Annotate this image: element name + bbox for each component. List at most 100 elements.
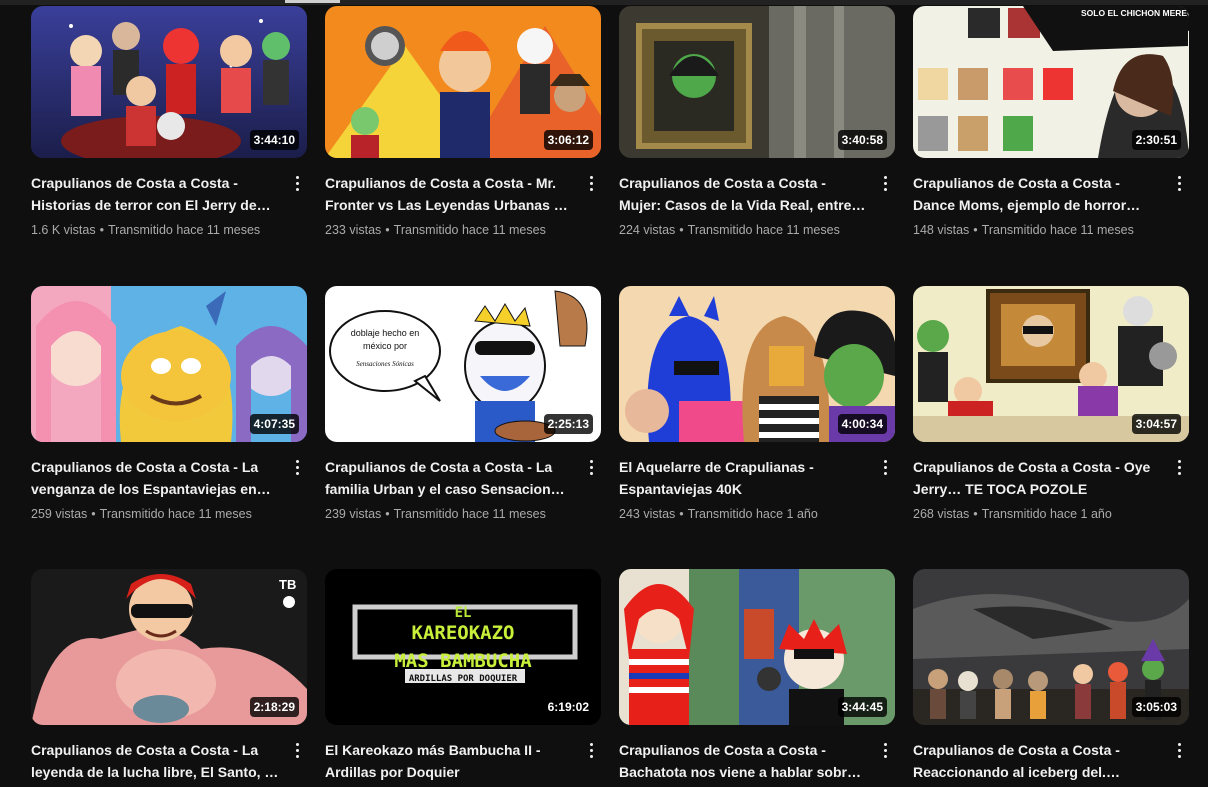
video-title[interactable]: Crapulianos de Costa a Costa - Historias… (31, 172, 279, 216)
duration-badge: 3:40:58 (837, 130, 887, 150)
video-meta: El Kareokazo más Bambucha II - Ardillas … (325, 739, 601, 783)
video-title[interactable]: El Aquelarre de Crapulianas - Espantavie… (619, 456, 867, 500)
stats-separator: • (91, 507, 96, 521)
video-title[interactable]: Crapulianos de Costa a Costa - Oye Jerry… (913, 456, 1161, 500)
view-count: 224 vistas (619, 223, 676, 237)
duration-badge: 3:05:03 (1131, 697, 1181, 717)
video-card[interactable]: 3:44:45 Crapulianos de Costa a Costa - B… (619, 566, 895, 787)
more-actions-icon[interactable] (581, 455, 601, 479)
duration-badge: 6:19:02 (543, 697, 593, 717)
video-title[interactable]: Crapulianos de Costa a Costa - Mujer: Ca… (619, 172, 867, 216)
video-thumbnail[interactable]: 3:40:58 (619, 6, 895, 158)
view-count: 243 vistas (619, 507, 676, 521)
duration-badge: 2:30:51 (1131, 130, 1181, 150)
video-stats: 1.6 K vistas • Transmitido hace 11 meses (31, 221, 279, 239)
more-actions-icon[interactable] (287, 455, 307, 479)
video-stats: 224 vistas • Transmitido hace 11 meses (619, 221, 867, 239)
more-actions-icon[interactable] (875, 738, 895, 762)
video-stats: 148 vistas • Transmitido hace 11 meses (913, 221, 1161, 239)
duration-badge: 4:00:34 (837, 414, 887, 434)
video-thumbnail[interactable]: 4:00:34 (619, 286, 895, 442)
stream-age: Transmitido hace 11 meses (393, 507, 546, 521)
more-actions-icon[interactable] (875, 455, 895, 479)
video-meta: Crapulianos de Costa a Costa - Historias… (31, 172, 307, 239)
stream-age: Transmitido hace 11 meses (108, 223, 261, 237)
duration-badge: 3:04:57 (1131, 414, 1181, 434)
view-count: 233 vistas (325, 223, 382, 237)
video-card[interactable]: EL KAREOKAZO MAS BAMBUCHA ARDILLAS POR D… (325, 566, 601, 787)
video-thumbnail[interactable]: 3:44:10 (31, 6, 307, 158)
stats-separator: • (679, 507, 684, 521)
video-thumbnail[interactable]: 4:07:35 (31, 286, 307, 442)
video-meta: Crapulianos de Costa a Costa - La leyend… (31, 739, 307, 783)
stream-age: Transmitido hace 1 año (687, 507, 818, 521)
video-meta: Crapulianos de Costa a Costa - La vengan… (31, 456, 307, 523)
video-thumbnail[interactable]: EL KAREOKAZO MAS BAMBUCHA ARDILLAS POR D… (325, 569, 601, 725)
video-card[interactable]: 4:07:35 Crapulianos de Costa a Costa - L… (31, 283, 307, 566)
stats-separator: • (385, 223, 390, 237)
more-actions-icon[interactable] (1169, 738, 1189, 762)
video-meta: Crapulianos de Costa a Costa - Mr. Front… (325, 172, 601, 239)
view-count: 239 vistas (325, 507, 382, 521)
video-meta: Crapulianos de Costa a Costa - Reacciona… (913, 739, 1189, 783)
video-stats: 239 vistas • Transmitido hace 11 meses (325, 505, 573, 523)
stats-separator: • (99, 223, 105, 237)
view-count: 148 vistas (913, 223, 970, 237)
video-thumbnail[interactable]: doblaje hecho en méxico por Sensaciones … (325, 286, 601, 442)
video-thumbnail[interactable]: TB 2:18:29 (31, 569, 307, 725)
video-title[interactable]: Crapulianos de Costa a Costa - La vengan… (31, 456, 279, 500)
video-grid: 3:44:10 Crapulianos de Costa a Costa - H… (31, 0, 1189, 787)
logo-line-4: ARDILLAS POR DOQUIER (409, 674, 518, 684)
more-actions-icon[interactable] (287, 171, 307, 195)
duration-badge: 3:06:12 (543, 130, 593, 150)
duration-badge: 3:44:45 (837, 697, 887, 717)
more-actions-icon[interactable] (581, 171, 601, 195)
video-card[interactable]: 3:05:03 Crapulianos de Costa a Costa - R… (913, 566, 1189, 787)
duration-badge: 2:25:13 (543, 414, 593, 434)
video-card[interactable]: 3:04:57 Crapulianos de Costa a Costa - O… (913, 283, 1189, 566)
video-thumbnail[interactable]: 3:05:03 (913, 569, 1189, 725)
more-actions-icon[interactable] (287, 738, 307, 762)
video-stats: 233 vistas • Transmitido hace 11 meses (325, 221, 573, 239)
video-title[interactable]: El Kareokazo más Bambucha II - Ardillas … (325, 739, 573, 783)
video-title[interactable]: Crapulianos de Costa a Costa - Reacciona… (913, 739, 1161, 783)
video-card[interactable]: 4:00:34 El Aquelarre de Crapulianas - Es… (619, 283, 895, 566)
bubble-text-2: méxico por (363, 341, 407, 351)
video-card[interactable]: 3:40:58 Crapulianos de Costa a Costa - M… (619, 0, 895, 283)
video-title[interactable]: Crapulianos de Costa a Costa - La famili… (325, 456, 573, 500)
video-card[interactable]: 3:06:12 Crapulianos de Costa a Costa - M… (325, 0, 601, 283)
video-meta: Crapulianos de Costa a Costa - Mujer: Ca… (619, 172, 895, 239)
video-title[interactable]: Crapulianos de Costa a Costa - Mr. Front… (325, 172, 573, 216)
more-actions-icon[interactable] (1169, 171, 1189, 195)
bubble-text-3: Sensaciones Sónicas (356, 360, 414, 368)
video-meta: Crapulianos de Costa a Costa - La famili… (325, 456, 601, 523)
video-card[interactable]: 3:44:10 Crapulianos de Costa a Costa - H… (31, 0, 307, 283)
stats-separator: • (973, 223, 978, 237)
more-actions-icon[interactable] (875, 171, 895, 195)
thumbnail-mark-text: TB (279, 577, 296, 592)
stream-age: Transmitido hace 11 meses (393, 223, 546, 237)
video-card[interactable]: doblaje hecho en méxico por Sensaciones … (325, 283, 601, 566)
stats-separator: • (679, 223, 684, 237)
duration-badge: 4:07:35 (249, 414, 299, 434)
video-title[interactable]: Crapulianos de Costa a Costa - Dance Mom… (913, 172, 1161, 216)
video-card[interactable]: SOLO EL CHICHON MERECE ESTAR EN LA PUNTA… (913, 0, 1189, 283)
video-meta: Crapulianos de Costa a Costa - Dance Mom… (913, 172, 1189, 239)
view-count: 259 vistas (31, 507, 88, 521)
more-actions-icon[interactable] (581, 738, 601, 762)
video-thumbnail[interactable]: SOLO EL CHICHON MERECE ESTAR EN LA PUNTA… (913, 6, 1189, 158)
view-count: 268 vistas (913, 507, 970, 521)
video-thumbnail[interactable]: 3:06:12 (325, 6, 601, 158)
view-count: 1.6 K vistas (31, 223, 96, 237)
video-title[interactable]: Crapulianos de Costa a Costa - La leyend… (31, 739, 279, 783)
video-thumbnail[interactable]: 3:04:57 (913, 286, 1189, 442)
more-actions-icon[interactable] (1169, 455, 1189, 479)
video-title[interactable]: Crapulianos de Costa a Costa - Bachatota… (619, 739, 867, 783)
logo-line-1: EL (455, 605, 472, 621)
stats-separator: • (385, 507, 390, 521)
logo-line-2: KAREOKAZO (412, 622, 515, 644)
video-card[interactable]: TB 2:18:29 Crapulianos de Costa a Costa … (31, 566, 307, 787)
stream-age: Transmitido hace 11 meses (99, 507, 252, 521)
bubble-text-1: doblaje hecho en (351, 328, 420, 338)
video-thumbnail[interactable]: 3:44:45 (619, 569, 895, 725)
